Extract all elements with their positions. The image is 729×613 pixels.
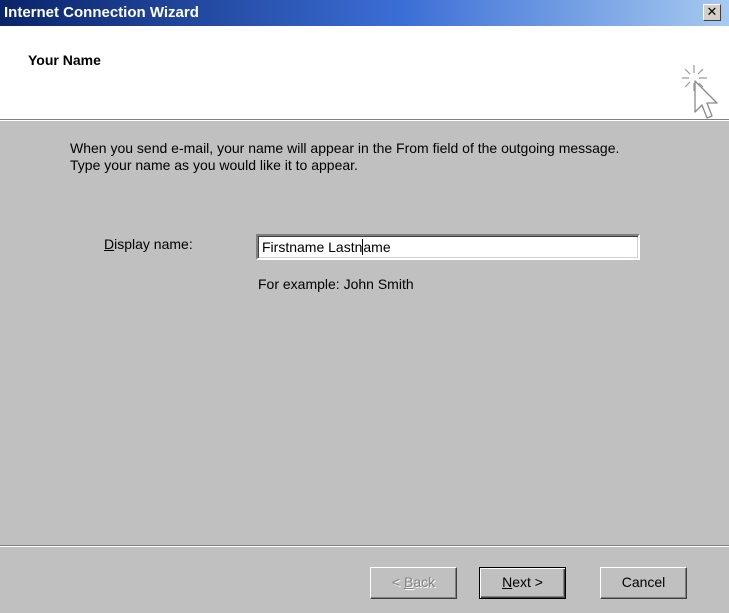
example-hint: For example: John Smith	[258, 276, 414, 292]
title-bar: Internet Connection Wizard ✕	[0, 0, 729, 26]
next-button[interactable]: Next >	[479, 567, 566, 599]
wizard-cursor-icon	[682, 65, 718, 119]
display-name-input[interactable]: Firstname Lastname	[256, 234, 640, 260]
window-title: Internet Connection Wizard	[4, 4, 199, 21]
display-name-hotkey: D	[104, 236, 115, 252]
back-hotkey: B	[403, 574, 414, 590]
next-label: ext >	[512, 574, 543, 590]
intro-line-2: Type your name as you would like it to a…	[70, 157, 358, 173]
back-label: ack	[413, 574, 436, 590]
intro-line-1: When you send e-mail, your name will app…	[70, 140, 620, 156]
display-name-label: Display name:	[104, 236, 193, 252]
close-button[interactable]: ✕	[703, 4, 721, 21]
wizard-header: Your Name	[0, 26, 729, 120]
page-title: Your Name	[28, 52, 101, 68]
back-button[interactable]: < Back	[370, 567, 457, 599]
intro-text: When you send e-mail, your name will app…	[70, 140, 710, 174]
cancel-button[interactable]: Cancel	[600, 567, 687, 599]
display-name-label-text: isplay name:	[114, 236, 193, 252]
display-name-value-start: Firstname Lastn	[262, 239, 363, 255]
back-prefix: <	[391, 574, 404, 590]
header-divider	[0, 120, 729, 121]
close-icon: ✕	[706, 4, 718, 19]
display-name-value-end: ame	[363, 239, 391, 255]
footer-divider-highlight	[0, 546, 729, 547]
next-hotkey: N	[502, 574, 513, 590]
